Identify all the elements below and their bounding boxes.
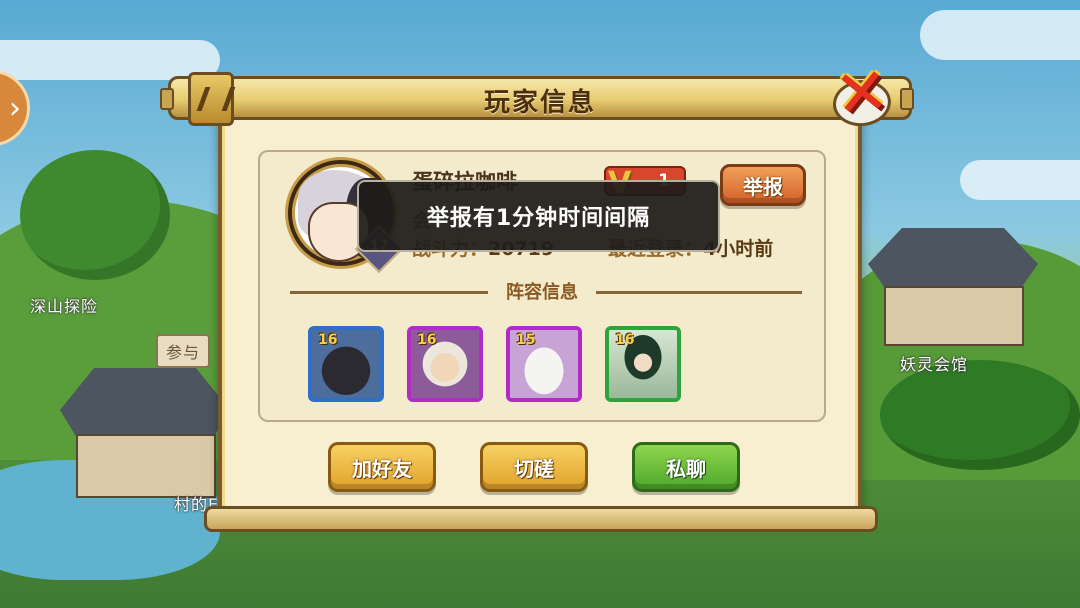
hero-card[interactable]: 16 <box>308 326 384 402</box>
cloud <box>920 10 1080 60</box>
chevron-right-icon: › <box>9 90 21 126</box>
hero-level: 16 <box>417 332 437 348</box>
map-label-participate[interactable]: 参与 <box>156 334 211 368</box>
add-friend-button[interactable]: 加好友 <box>328 442 436 492</box>
cloud <box>0 40 220 80</box>
report-cooldown-toast: 举报有1分钟时间间隔 <box>357 180 720 252</box>
section-divider-left <box>290 291 488 294</box>
building-wall <box>884 286 1024 346</box>
hero-card[interactable]: 16 <box>605 326 681 402</box>
scroll-end-cap <box>160 88 174 110</box>
hero-level: 16 <box>318 332 338 348</box>
section-divider-right <box>596 291 802 294</box>
hero-card[interactable]: 15 <box>506 326 582 402</box>
side-expand-button[interactable]: › <box>0 70 30 146</box>
scroll-end-cap <box>900 88 914 110</box>
scroll-knob-ornament <box>188 72 234 126</box>
private-chat-button[interactable]: 私聊 <box>632 442 740 492</box>
report-button[interactable]: 举报 <box>720 164 806 206</box>
close-x-icon: ✕ <box>831 54 893 134</box>
cloud <box>960 160 1080 200</box>
spar-button[interactable]: 切磋 <box>480 442 588 492</box>
hero-level: 16 <box>615 332 635 348</box>
lineup-section-title: 阵容信息 <box>506 282 578 303</box>
map-label-deep-mountain[interactable]: 深山探险 <box>22 290 106 320</box>
tree <box>20 150 170 280</box>
building-roof <box>60 368 230 438</box>
dialog-title: 玩家信息 <box>483 88 596 118</box>
hero-card[interactable]: 16 <box>407 326 483 402</box>
dialog-bottom-scroll <box>204 506 878 532</box>
hero-level: 15 <box>516 332 536 348</box>
map-label-spirit-hall[interactable]: 妖灵会馆 <box>892 348 976 378</box>
building-roof <box>868 228 1038 288</box>
close-button[interactable]: ✕ <box>822 54 901 133</box>
